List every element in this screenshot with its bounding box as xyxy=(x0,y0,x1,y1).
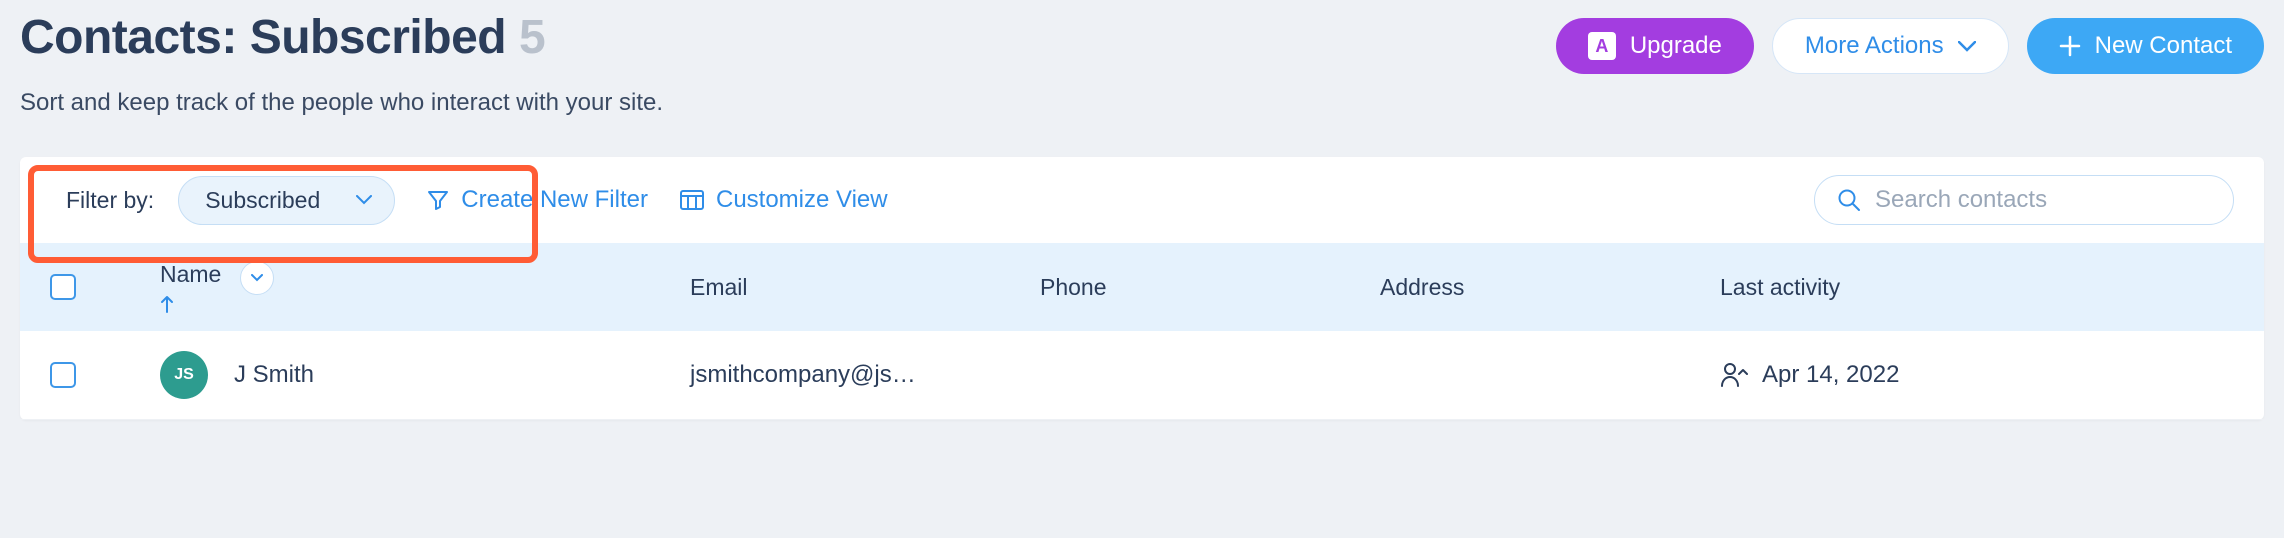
chevron-down-icon xyxy=(356,195,372,205)
search-input[interactable] xyxy=(1875,186,2211,214)
page-title-count: 5 xyxy=(519,11,545,64)
customize-view-label: Customize View xyxy=(716,186,888,214)
avatar: JS xyxy=(160,351,208,399)
search-container[interactable] xyxy=(1814,175,2234,225)
create-new-filter-link[interactable]: Create New Filter xyxy=(427,186,648,214)
new-contact-label: New Contact xyxy=(2095,32,2232,60)
filter-dropdown[interactable]: Subscribed xyxy=(178,176,395,225)
more-actions-label: More Actions xyxy=(1805,32,1944,60)
new-contact-button[interactable]: New Contact xyxy=(2027,18,2264,74)
chevron-down-icon xyxy=(251,274,263,282)
customize-view-link[interactable]: Customize View xyxy=(680,186,888,214)
filter-icon xyxy=(427,189,449,211)
contact-name: J Smith xyxy=(234,361,314,389)
contact-email: jsmithcompany@js… xyxy=(690,361,1040,389)
last-activity-value: Apr 14, 2022 xyxy=(1762,361,1899,389)
create-filter-label: Create New Filter xyxy=(461,186,648,214)
upgrade-button[interactable]: A Upgrade xyxy=(1556,18,1754,74)
more-actions-button[interactable]: More Actions xyxy=(1772,18,2009,74)
plus-icon xyxy=(2059,35,2081,57)
page-title: Contacts: Subscribed 5 xyxy=(20,10,663,65)
row-checkbox[interactable] xyxy=(50,362,76,388)
column-address[interactable]: Address xyxy=(1380,274,1720,301)
column-email[interactable]: Email xyxy=(690,274,1040,301)
table-header-row: Name Email Phone Address Last activity xyxy=(20,243,2264,331)
page-subtitle: Sort and keep track of the people who in… xyxy=(20,89,663,117)
ascend-badge-icon: A xyxy=(1588,32,1616,60)
select-all-checkbox[interactable] xyxy=(50,274,76,300)
sort-name-button[interactable] xyxy=(240,261,274,295)
chevron-down-icon xyxy=(1958,41,1976,52)
table-row[interactable]: JS J Smith jsmithcompany@js… Apr 14, 202… xyxy=(20,331,2264,420)
column-last-activity[interactable]: Last activity xyxy=(1720,274,2234,301)
page-title-prefix: Contacts: xyxy=(20,11,250,64)
filter-by-label: Filter by: xyxy=(66,187,154,214)
contacts-panel: Filter by: Subscribed Create New Filter … xyxy=(20,157,2264,420)
sort-direction-icon xyxy=(160,295,690,313)
filter-toolbar: Filter by: Subscribed Create New Filter … xyxy=(20,157,2264,243)
column-name[interactable]: Name xyxy=(160,261,690,313)
upgrade-label: Upgrade xyxy=(1630,32,1722,60)
search-icon xyxy=(1837,188,1861,212)
col-name-label: Name xyxy=(160,261,221,287)
member-activity-icon xyxy=(1720,362,1748,388)
column-phone[interactable]: Phone xyxy=(1040,274,1380,301)
filter-value: Subscribed xyxy=(205,187,320,214)
columns-icon xyxy=(680,190,704,210)
page-title-filter: Subscribed xyxy=(250,11,506,64)
